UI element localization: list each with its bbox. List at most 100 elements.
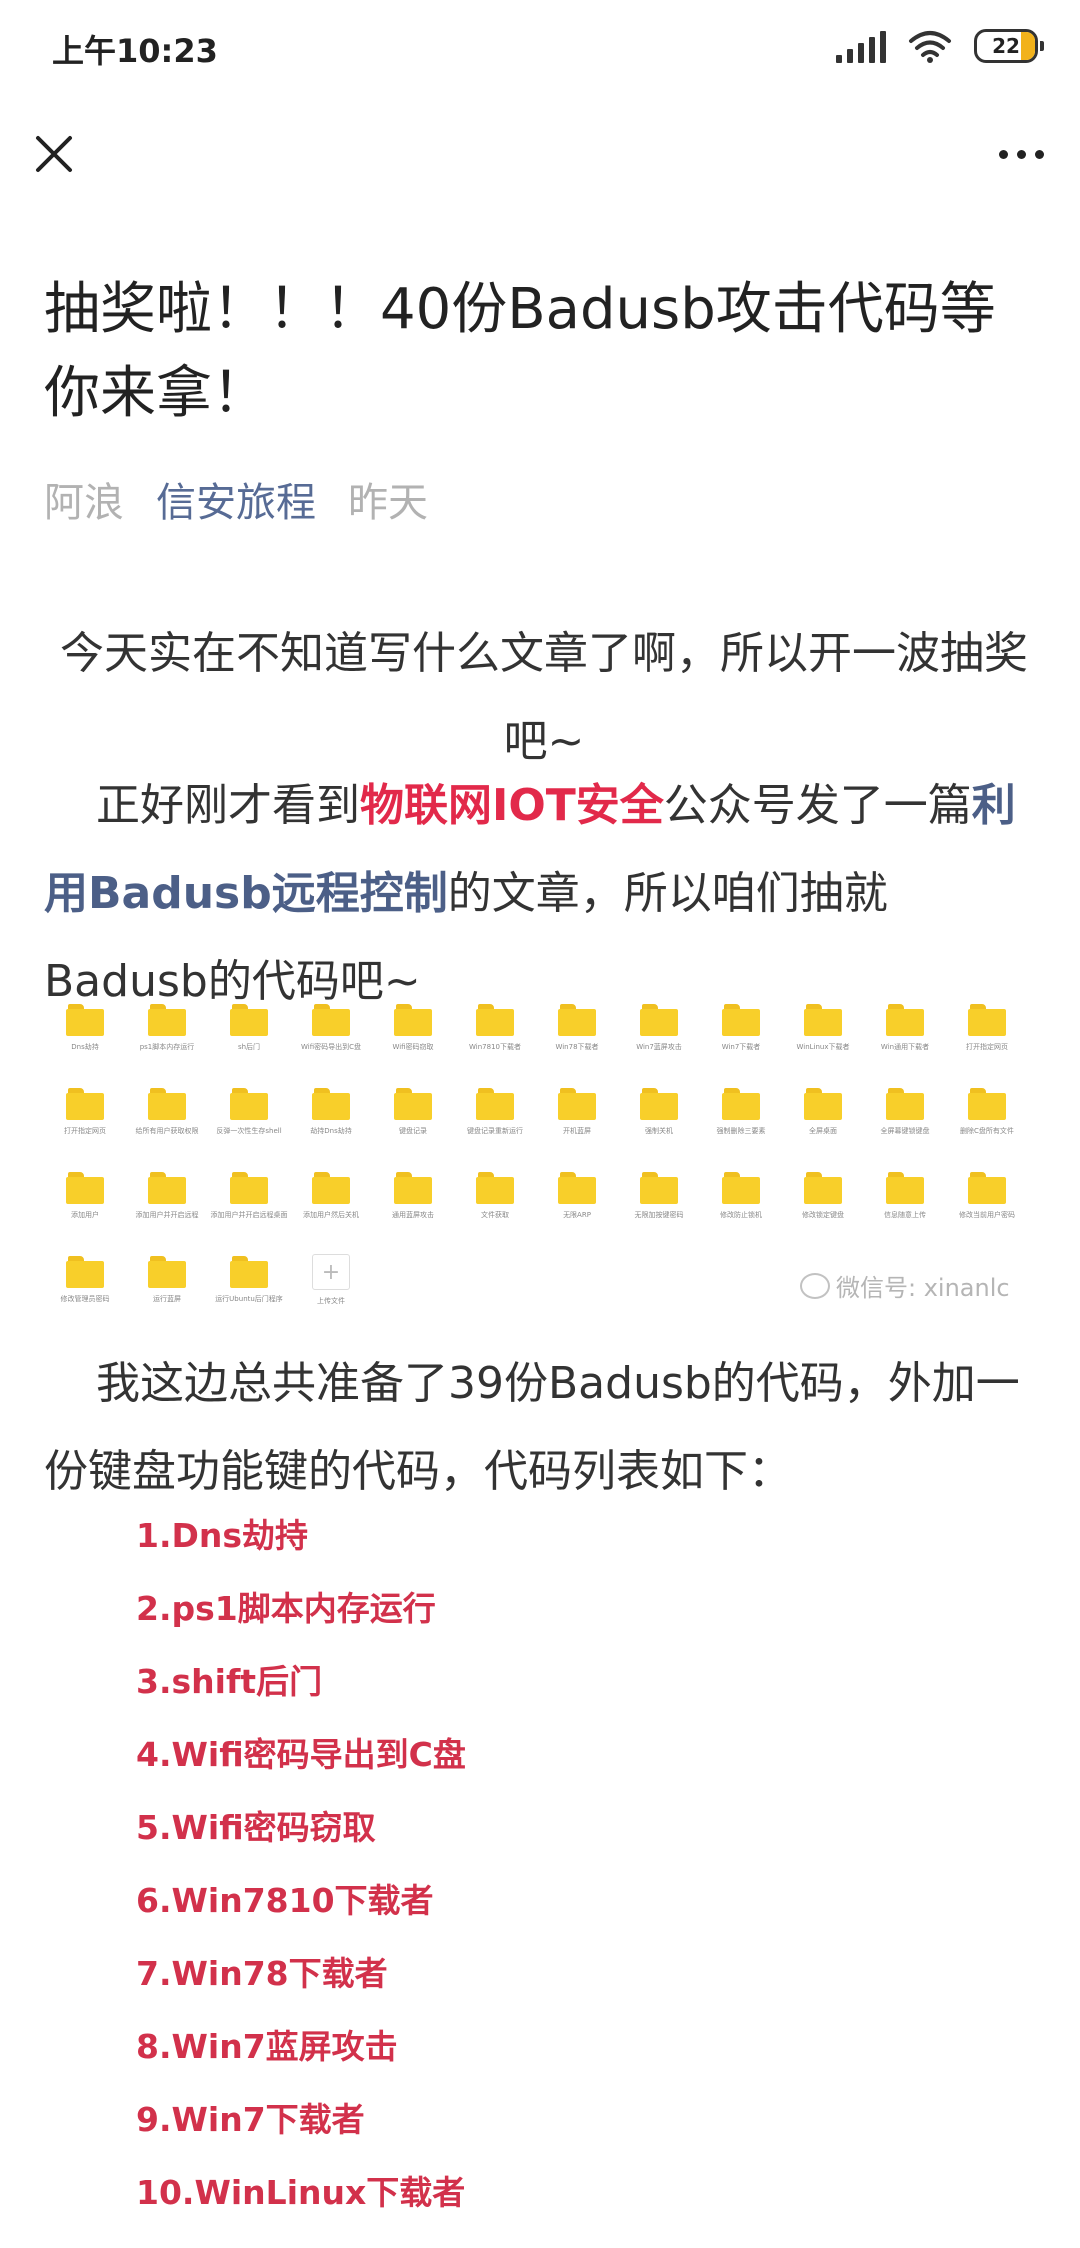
publish-time: 昨天 — [348, 480, 428, 526]
folder-label: Win78下载者 — [555, 1043, 599, 1051]
folder-item: 打开指定网页 — [44, 1084, 126, 1150]
folder-label: 无限ARP — [563, 1211, 591, 1219]
code-list-item: 5.Wifi密码窃取 — [136, 1808, 376, 1847]
folder-label: 开机蓝屏 — [563, 1127, 591, 1135]
folder-label: 键盘记录 — [399, 1127, 427, 1135]
folder-label: Win7下载者 — [721, 1043, 761, 1051]
folder-icon — [968, 1172, 1006, 1204]
article-meta: 阿浪 信安旅程 昨天 — [44, 470, 428, 528]
folder-item: 强制删除三要素 — [700, 1084, 782, 1150]
signal-icon — [836, 29, 886, 63]
folder-item: 键盘记录 — [372, 1084, 454, 1150]
folder-item: 打开指定网页 — [946, 1000, 1028, 1066]
folder-icon — [394, 1088, 432, 1120]
highlight-iot: 物联网IOT安全 — [360, 780, 664, 831]
folder-item: Win通用下载者 — [864, 1000, 946, 1066]
article-paragraph-2: 正好刚才看到物联网IOT安全公众号发了一篇利用Badusb远程控制的文章，所以咱… — [44, 762, 1044, 1026]
folder-item: 删除C盘所有文件 — [946, 1084, 1028, 1150]
upload-item: + 上传文件 — [290, 1252, 372, 1320]
folder-label: 全屏幕键锁键盘 — [880, 1127, 930, 1135]
folder-icon — [640, 1004, 678, 1036]
folder-item: Wifi密码导出到C盘 — [290, 1000, 372, 1066]
folder-label: 修改防止锁机 — [720, 1211, 762, 1219]
folder-label: 强制关机 — [645, 1127, 673, 1135]
image-watermark: 微信号: xinanlc — [800, 1268, 1010, 1303]
folder-label: 删除C盘所有文件 — [960, 1127, 1014, 1135]
folder-icon — [148, 1172, 186, 1204]
folder-item: WinLinux下载者 — [782, 1000, 864, 1066]
folder-icon — [640, 1088, 678, 1120]
folder-icon — [722, 1172, 760, 1204]
para-text: 正好刚才看到 — [96, 780, 360, 831]
nav-bar — [0, 110, 1080, 200]
folder-label: Win通用下载者 — [880, 1043, 930, 1051]
folder-icon — [230, 1172, 268, 1204]
folder-item: 劫持Dns劫持 — [290, 1084, 372, 1150]
account-link[interactable]: 信安旅程 — [156, 470, 316, 528]
code-list-item: 3.shift后门 — [136, 1662, 323, 1701]
folder-icon — [886, 1172, 924, 1204]
article-paragraph-3: 我这边总共准备了39份Badusb的代码，外加一份键盘功能键的代码，代码列表如下… — [44, 1358, 1020, 1497]
plus-icon: + — [312, 1254, 350, 1290]
folder-icon — [148, 1256, 186, 1288]
code-list-item: 7.Win78下载者 — [136, 1954, 388, 1993]
folder-label: 文件获取 — [481, 1211, 509, 1219]
folder-item: 修改管理员密码 — [44, 1252, 126, 1320]
folder-item: 开机蓝屏 — [536, 1084, 618, 1150]
folder-item: 文件获取 — [454, 1168, 536, 1234]
folder-icon — [230, 1004, 268, 1036]
code-list-item: 8.Win7蓝屏攻击 — [136, 2027, 398, 2066]
para-text: 公众号发了一篇 — [663, 780, 972, 831]
more-button[interactable] — [986, 128, 1056, 180]
folder-item: 全屏幕键锁键盘 — [864, 1084, 946, 1150]
folder-icon — [66, 1172, 104, 1204]
code-list-item: 9.Win7下载者 — [136, 2100, 365, 2139]
wechat-icon — [800, 1272, 830, 1299]
folder-label: 添加用户然后关机 — [303, 1211, 359, 1219]
folder-item: 修改当前用户密码 — [946, 1168, 1028, 1234]
folder-label: 反弹一次性生存shell — [216, 1127, 282, 1135]
folder-icon — [558, 1172, 596, 1204]
folder-item: 添加用户 — [44, 1168, 126, 1234]
folder-item: Win7蓝屏攻击 — [618, 1000, 700, 1066]
battery-icon: 22 — [974, 29, 1044, 63]
article-title: 抽奖啦！！！40份Badusb攻击代码等你来拿！ — [44, 277, 996, 426]
watermark-text: 微信号: xinanlc — [836, 1274, 1010, 1302]
folder-item: 给所有用户获取权限 — [126, 1084, 208, 1150]
folder-icon — [312, 1172, 350, 1204]
folder-item: 反弹一次性生存shell — [208, 1084, 290, 1150]
wifi-icon — [909, 31, 951, 63]
folder-label: 信息随意上传 — [884, 1211, 926, 1219]
folder-icon — [66, 1088, 104, 1120]
intro-paragraph: 今天实在不知道写什么文章了啊，所以开一波抽奖吧~ — [60, 628, 1028, 767]
folder-item: 无限ARP — [536, 1168, 618, 1234]
folder-icon — [476, 1172, 514, 1204]
folder-label: 给所有用户获取权限 — [135, 1127, 199, 1135]
status-icons: 22 — [836, 26, 1044, 66]
folder-label: 强制删除三要素 — [716, 1127, 766, 1135]
folder-icon — [66, 1256, 104, 1288]
folder-icon — [312, 1088, 350, 1120]
more-icon-dot — [1034, 149, 1044, 159]
folder-label: 无限加按键密码 — [634, 1211, 684, 1219]
folder-item: 运行Ubuntu后门程序 — [208, 1252, 290, 1320]
folder-icon — [394, 1172, 432, 1204]
folder-icon — [558, 1088, 596, 1120]
folder-icon — [722, 1088, 760, 1120]
folder-icon — [968, 1088, 1006, 1120]
code-list-item: 6.Win7810下载者 — [136, 1881, 434, 1920]
battery-level: 22 — [992, 34, 1020, 58]
folder-item: 添加用户并开启远程 — [126, 1168, 208, 1234]
folder-icon — [394, 1004, 432, 1036]
folder-label: 添加用户 — [71, 1211, 99, 1219]
close-button[interactable] — [28, 128, 80, 180]
folder-item: Win7810下载者 — [454, 1000, 536, 1066]
folder-label: 修改锁定键盘 — [802, 1211, 844, 1219]
more-icon-dot — [1016, 149, 1026, 159]
folder-label: 运行蓝屏 — [153, 1295, 181, 1303]
folder-icon — [558, 1004, 596, 1036]
folder-item: 修改锁定键盘 — [782, 1168, 864, 1234]
folder-label: ps1脚本内存运行 — [139, 1043, 195, 1051]
folder-label: 打开指定网页 — [64, 1127, 106, 1135]
folder-item: 全屏桌面 — [782, 1084, 864, 1150]
